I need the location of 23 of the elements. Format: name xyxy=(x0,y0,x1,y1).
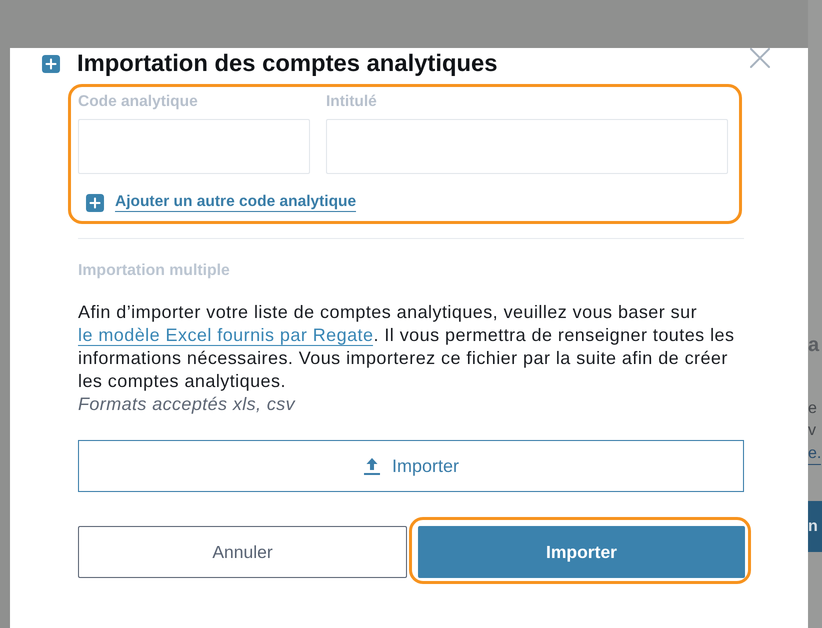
input-field[interactable] xyxy=(78,119,310,174)
close-icon xyxy=(750,48,770,68)
background-heading-text: a xyxy=(808,333,820,357)
plus-icon xyxy=(86,194,104,212)
upload-button[interactable]: Importer xyxy=(78,440,744,492)
background-text: e xyxy=(808,399,817,419)
close-button[interactable] xyxy=(750,48,770,68)
add-code-link[interactable]: Ajouter un autre code analytique xyxy=(115,193,356,212)
plus-icon xyxy=(42,55,60,73)
formats-note: Formats acceptés xls, csv xyxy=(78,393,296,416)
background-bar-text: n xyxy=(808,518,818,536)
field-label: Code analytique xyxy=(78,93,199,111)
section-heading: Importation multiple xyxy=(78,263,231,279)
underlined-background-text: e. xyxy=(808,444,822,465)
background-text: v xyxy=(808,421,816,441)
template-link[interactable]: le modèle Excel fournis par Regate xyxy=(78,325,374,346)
cancel-button[interactable]: Annuler xyxy=(78,526,407,578)
field-label: Intitulé xyxy=(326,93,378,111)
upload-icon xyxy=(362,457,381,475)
dialog-title: Importation des comptes analytiques xyxy=(77,50,499,78)
description-text: Afin d’importer votre liste de comptes analytiques, veuillez vous baser sur le modèle Excel fournis par Regate. Il vous permettra de renseigner toutes les informations nécessaires. Vous importerez ce fichier par la suite afin de créer les comptes analytiques. xyxy=(78,301,736,393)
import-button[interactable]: Importer xyxy=(418,526,745,578)
input-field[interactable] xyxy=(326,119,728,174)
